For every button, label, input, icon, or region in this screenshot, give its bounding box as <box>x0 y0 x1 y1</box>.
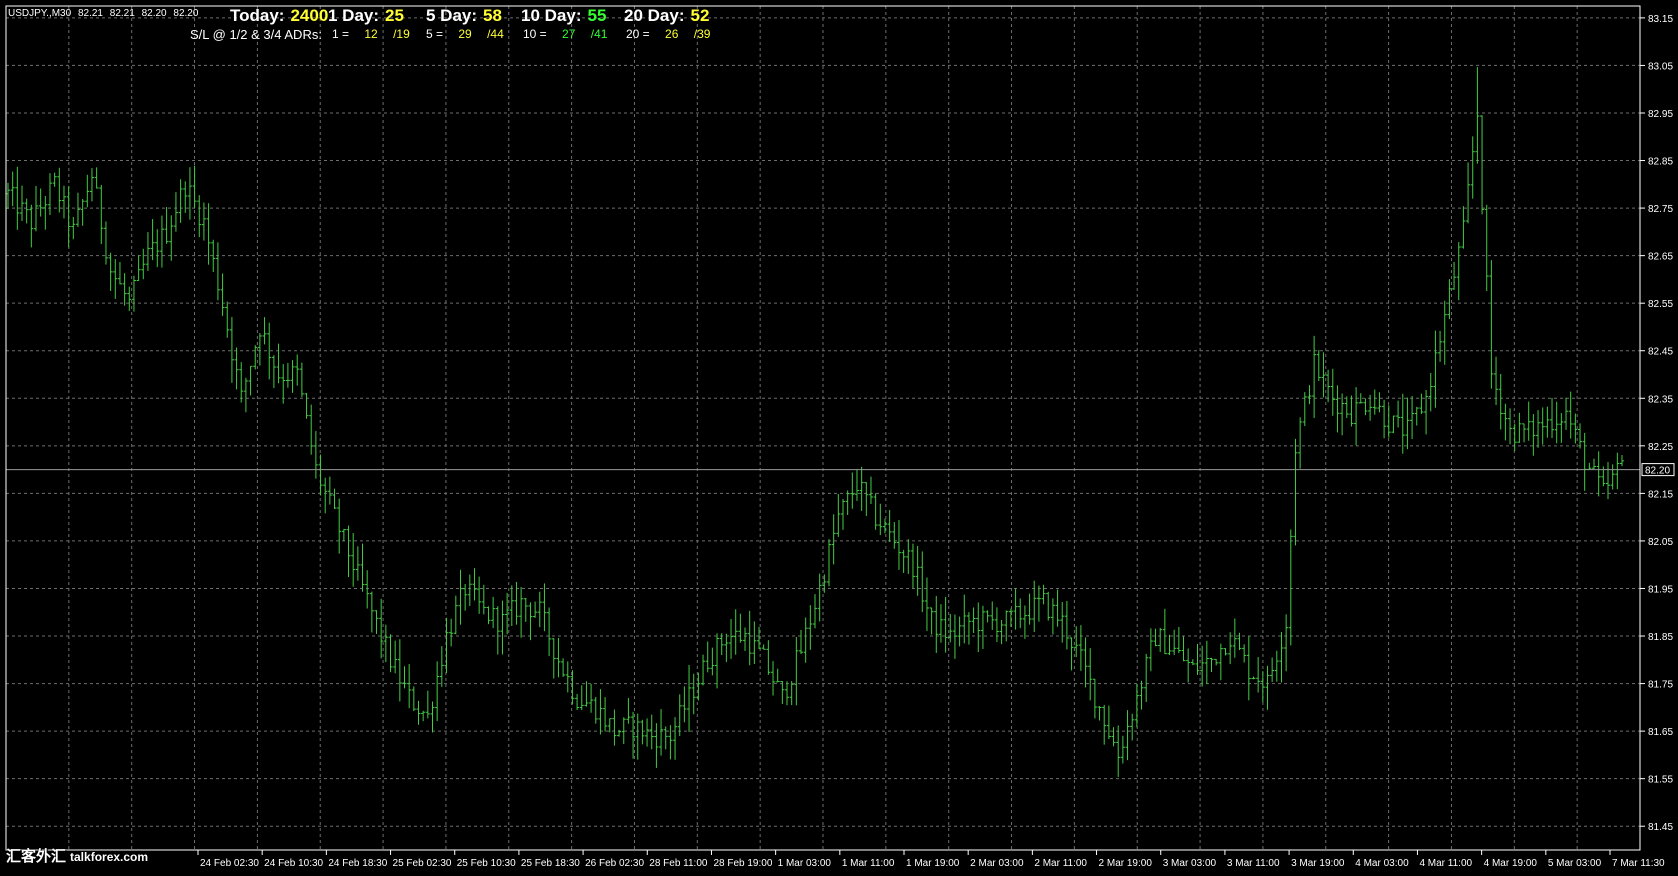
price-tick-label: 82.15 <box>1648 489 1673 500</box>
time-tick-label: 2 Mar 03:00 <box>970 858 1024 869</box>
time-tick-label: 4 Mar 03:00 <box>1355 858 1409 869</box>
time-tick-label: 24 Feb 10:30 <box>264 858 323 869</box>
time-tick-label: 4 Mar 11:00 <box>1419 858 1472 869</box>
price-tick-label: 82.85 <box>1648 157 1673 168</box>
time-tick-label: 24 Feb 18:30 <box>328 858 387 869</box>
time-tick-label: 3 Mar 11:00 <box>1227 858 1280 869</box>
time-tick-label: 2 Mar 19:00 <box>1099 858 1153 869</box>
time-tick-label: 1 Mar 11:00 <box>842 858 895 869</box>
price-tick-label: 81.85 <box>1648 632 1673 643</box>
price-tick-label: 81.65 <box>1648 727 1673 738</box>
current-price-tag: 82.20 <box>1645 466 1670 477</box>
price-tick-label: 82.25 <box>1648 442 1673 453</box>
chart-canvas[interactable]: 82.20 83.15 83.05 82.95 82.85 82.75 82.65 82.5… <box>0 0 1678 871</box>
time-tick-label: 25 Feb 02:30 <box>393 858 452 869</box>
time-tick-label: 3 Mar 03:00 <box>1163 858 1217 869</box>
price-tick-label: 81.45 <box>1648 822 1673 833</box>
price-tick-label: 82.45 <box>1648 347 1673 358</box>
time-tick-label: 24 Feb 02:30 <box>200 858 259 869</box>
time-tick-label: 5 Mar 03:00 <box>1548 858 1602 869</box>
time-tick-label: 2 Mar 11:00 <box>1034 858 1087 869</box>
watermark-site: talkforex.com <box>70 850 149 864</box>
time-tick-label: 1 Mar 03:00 <box>778 858 832 869</box>
price-tick-label: 82.95 <box>1648 109 1673 120</box>
time-tick-label: 7 Mar 11:30 <box>1612 858 1665 869</box>
price-tick-label: 82.55 <box>1648 299 1673 310</box>
time-tick-label: 28 Feb 11:00 <box>649 858 708 869</box>
time-tick-label: 26 Feb 02:30 <box>585 858 644 869</box>
site-watermark: 汇客外汇 talkforex.com <box>6 845 148 866</box>
price-tick-label: 81.75 <box>1648 680 1673 691</box>
time-tick-label: 3 Mar 19:00 <box>1291 858 1345 869</box>
price-tick-label: 83.05 <box>1648 61 1673 72</box>
watermark-text: 汇客外汇 <box>6 848 67 865</box>
price-tick-label: 82.05 <box>1648 537 1673 548</box>
time-tick-label: 25 Feb 18:30 <box>521 858 580 869</box>
time-tick-label: 4 Mar 19:00 <box>1484 858 1538 869</box>
time-tick-label: 28 Feb 19:00 <box>713 858 772 869</box>
price-chart[interactable]: 82.20 83.15 83.05 82.95 82.85 82.75 82.65 82.5… <box>0 0 1678 871</box>
price-tick-label: 82.35 <box>1648 394 1673 405</box>
price-tick-label: 81.95 <box>1648 584 1673 595</box>
time-tick-label: 1 Mar 19:00 <box>906 858 960 869</box>
price-tick-label: 82.75 <box>1648 204 1673 215</box>
price-tick-label: 82.65 <box>1648 252 1673 263</box>
price-tick-label: 81.55 <box>1648 775 1673 786</box>
time-tick-label: 25 Feb 10:30 <box>457 858 516 869</box>
price-tick-label: 83.15 <box>1648 14 1673 25</box>
